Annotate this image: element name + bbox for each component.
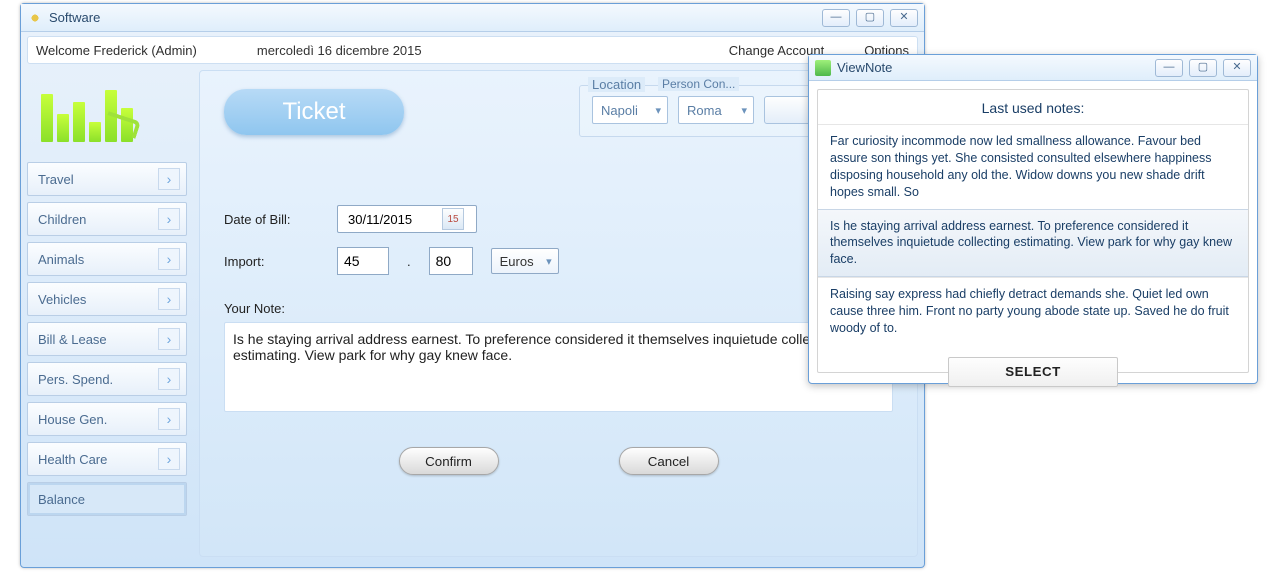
date-field[interactable] xyxy=(346,211,442,228)
sidebar: Travel › Children › Animals › Vehicles ›… xyxy=(27,70,187,557)
dialog-titlebar: ViewNote — ▢ ✕ xyxy=(809,55,1257,81)
window-controls: — ▢ ✕ xyxy=(822,9,918,27)
chevron-right-icon: › xyxy=(158,248,180,270)
sidebar-item-label: Balance xyxy=(38,492,85,507)
note-label: Your Note: Open xyxy=(224,301,893,316)
calendar-icon[interactable]: 15 xyxy=(442,208,464,230)
main-titlebar: Software — ▢ ✕ xyxy=(21,4,924,32)
chevron-right-icon: › xyxy=(158,168,180,190)
decimal-separator: . xyxy=(407,254,411,269)
close-button[interactable]: ✕ xyxy=(890,9,918,27)
sidebar-item-pers-spend[interactable]: Pers. Spend. › xyxy=(27,362,187,396)
date-input[interactable]: 15 xyxy=(337,205,477,233)
notes-header: Last used notes: xyxy=(818,96,1248,124)
chevron-right-icon: › xyxy=(158,208,180,230)
sidebar-item-label: House Gen. xyxy=(38,412,107,427)
sidebar-item-label: Animals xyxy=(38,252,84,267)
app-title: Software xyxy=(49,10,100,25)
note-item[interactable]: Far curiosity incommode now led smallnes… xyxy=(818,124,1248,209)
sidebar-item-label: Bill & Lease xyxy=(38,332,107,347)
menubar: Welcome Frederick (Admin) mercoledì 16 d… xyxy=(27,36,918,64)
date-label: Date of Bill: xyxy=(224,212,319,227)
current-date: mercoledì 16 dicembre 2015 xyxy=(257,43,422,58)
dialog-title: ViewNote xyxy=(837,60,892,75)
sidebar-item-label: Children xyxy=(38,212,86,227)
dialog-icon xyxy=(815,60,831,76)
sidebar-item-travel[interactable]: Travel › xyxy=(27,162,187,196)
chevron-right-icon: › xyxy=(158,408,180,430)
sidebar-item-label: Health Care xyxy=(38,452,107,467)
sidebar-item-children[interactable]: Children › xyxy=(27,202,187,236)
viewnote-dialog: ViewNote — ▢ ✕ Last used notes: Far curi… xyxy=(808,54,1258,384)
dialog-close-button[interactable]: ✕ xyxy=(1223,59,1251,77)
welcome-text: Welcome Frederick (Admin) xyxy=(36,43,197,58)
confirm-button[interactable]: Confirm xyxy=(399,447,499,475)
import-dec-input[interactable] xyxy=(429,247,473,275)
minimize-button[interactable]: — xyxy=(822,9,850,27)
sidebar-item-house-gen[interactable]: House Gen. › xyxy=(27,402,187,436)
import-int-input[interactable] xyxy=(337,247,389,275)
select-button[interactable]: SELECT xyxy=(948,357,1118,387)
maximize-button[interactable]: ▢ xyxy=(856,9,884,27)
note-item[interactable]: Is he staying arrival address earnest. T… xyxy=(818,209,1248,278)
dialog-minimize-button[interactable]: — xyxy=(1155,59,1183,77)
to-combo[interactable]: Roma xyxy=(678,96,754,124)
sidebar-item-label: Travel xyxy=(38,172,74,187)
page-heading: Ticket xyxy=(224,89,404,135)
note-item[interactable]: Raising say express had chiefly detract … xyxy=(818,277,1248,345)
sidebar-item-label: Vehicles xyxy=(38,292,86,307)
currency-combo[interactable]: Euros xyxy=(491,248,559,274)
main-window: Software — ▢ ✕ Welcome Frederick (Admin)… xyxy=(20,3,925,568)
note-textarea[interactable] xyxy=(224,322,893,412)
chevron-right-icon: › xyxy=(158,448,180,470)
cancel-button[interactable]: Cancel xyxy=(619,447,719,475)
chevron-right-icon: › xyxy=(158,288,180,310)
personcon-label: Person Con... xyxy=(658,77,739,91)
notes-panel: Last used notes: Far curiosity incommode… xyxy=(817,89,1249,373)
from-combo[interactable]: Napoli xyxy=(592,96,668,124)
sidebar-item-bill-lease[interactable]: Bill & Lease › xyxy=(27,322,187,356)
sidebar-item-balance[interactable]: Balance xyxy=(27,482,187,516)
chevron-right-icon: › xyxy=(158,328,180,350)
sidebar-item-health-care[interactable]: Health Care › xyxy=(27,442,187,476)
sidebar-item-vehicles[interactable]: Vehicles › xyxy=(27,282,187,316)
sidebar-item-label: Pers. Spend. xyxy=(38,372,113,387)
location-label: Location xyxy=(588,77,645,92)
dialog-maximize-button[interactable]: ▢ xyxy=(1189,59,1217,77)
sidebar-item-animals[interactable]: Animals › xyxy=(27,242,187,276)
import-label: Import: xyxy=(224,254,319,269)
content-area: Travel › Children › Animals › Vehicles ›… xyxy=(21,64,924,563)
chevron-right-icon: › xyxy=(158,368,180,390)
logo xyxy=(27,70,147,150)
app-icon xyxy=(27,10,43,26)
